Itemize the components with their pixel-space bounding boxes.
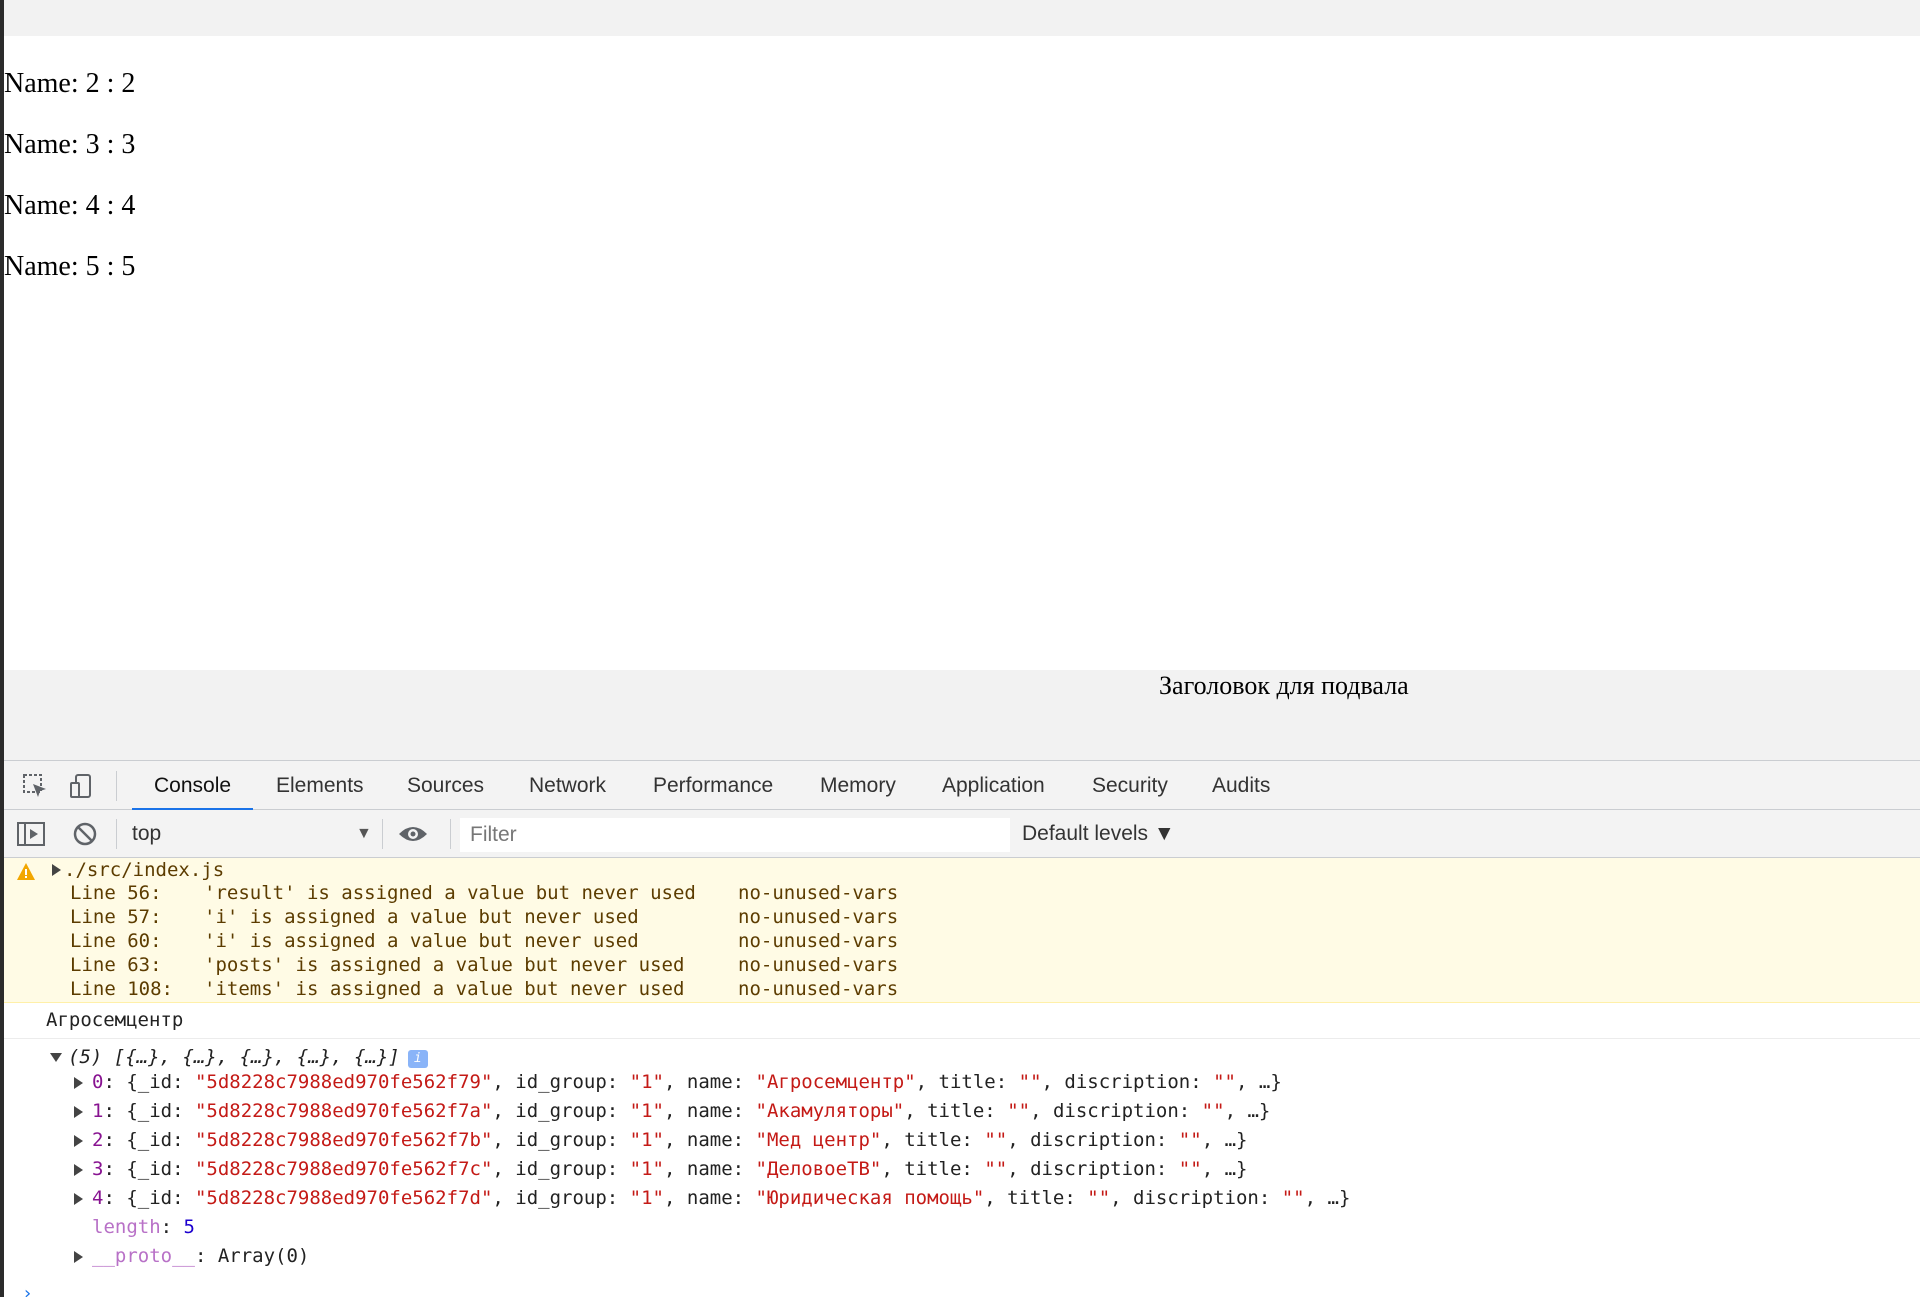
filter-input[interactable] [460, 818, 1010, 852]
context-value: top [132, 822, 162, 845]
footer-title: Заголовок для подвала [1159, 671, 1409, 700]
expand-arrow-icon[interactable] [74, 1106, 83, 1118]
devtools-panel: Console Elements Sources Network Perform… [4, 760, 1920, 1297]
log-message: Агросемцентр [46, 1009, 184, 1031]
expand-arrow-icon[interactable] [74, 1193, 83, 1205]
inspect-element-button[interactable] [20, 771, 50, 801]
array-item[interactable]: 4: {_id: "5d8228c7988ed970fe562f7d", id_… [92, 1184, 1350, 1212]
expand-arrow-icon[interactable] [74, 1164, 83, 1176]
caret-down-icon: ▼ [356, 825, 372, 842]
device-mode-icon [70, 774, 91, 798]
expand-arrow-icon[interactable] [52, 864, 61, 876]
device-toolbar-button[interactable] [66, 771, 96, 801]
console-array-row: (5) [{…}, {…}, {…}, {…}, {…}] i 0: {_id: … [4, 1039, 1920, 1283]
warning-source-file[interactable]: ./src/index.js [64, 858, 224, 882]
tab-audits[interactable]: Audits [1210, 761, 1272, 810]
tab-sources[interactable]: Sources [405, 761, 486, 810]
expand-arrow-icon[interactable] [74, 1135, 83, 1147]
clear-console-button[interactable] [70, 819, 100, 849]
toolbar-separator [382, 819, 383, 849]
tab-security[interactable]: Security [1090, 761, 1170, 810]
tab-network[interactable]: Network [527, 761, 608, 810]
info-icon: i [407, 1050, 428, 1068]
devtools-tabbar: Console Elements Sources Network Perform… [4, 761, 1920, 811]
array-item[interactable]: 0: {_id: "5d8228c7988ed970fe562f79", id_… [92, 1068, 1282, 1096]
sidebar-toggle-icon [17, 822, 45, 846]
page-body: Name: 2 : 2 Name: 3 : 3 Name: 4 : 4 Name… [4, 36, 1920, 670]
array-item[interactable]: 1: {_id: "5d8228c7988ed970fe562f7a", id_… [92, 1097, 1270, 1125]
name-item: Name: 2 : 2 [4, 68, 136, 99]
warning-icon [17, 863, 35, 880]
array-length: length: 5 [92, 1216, 195, 1238]
warning-line: Line 63:'posts' is assigned a value but … [70, 954, 899, 976]
expand-arrow-icon[interactable] [74, 1077, 83, 1089]
collapse-arrow-icon[interactable] [50, 1053, 62, 1062]
toolbar-separator [116, 771, 117, 801]
expand-arrow-icon[interactable] [74, 1251, 83, 1263]
clear-console-icon [73, 822, 97, 846]
tab-memory[interactable]: Memory [818, 761, 898, 810]
array-item[interactable]: 3: {_id: "5d8228c7988ed970fe562f7c", id_… [92, 1155, 1247, 1183]
toolbar-separator [450, 819, 451, 849]
toolbar-separator [116, 819, 117, 849]
eye-icon [399, 827, 427, 841]
console-output: ./src/index.js Line 56:'result' is assig… [4, 858, 1920, 1297]
live-expression-button[interactable] [398, 819, 428, 849]
array-summary[interactable]: (5) [{…}, {…}, {…}, {…}, {…}] i [68, 1046, 428, 1068]
tab-application[interactable]: Application [940, 761, 1047, 810]
page-footer: Заголовок для подвала [4, 670, 1920, 760]
name-item: Name: 4 : 4 [4, 190, 136, 221]
log-levels-dropdown[interactable]: Default levels ▼ [1022, 818, 1175, 850]
name-item: Name: 5 : 5 [4, 251, 136, 282]
show-sidebar-button[interactable] [16, 819, 46, 849]
context-selector[interactable]: top ▼ [132, 818, 372, 850]
name-item: Name: 3 : 3 [4, 129, 136, 160]
array-item[interactable]: 2: {_id: "5d8228c7988ed970fe562f7b", id_… [92, 1126, 1247, 1154]
console-prompt-icon[interactable]: › [22, 1283, 33, 1297]
warning-line: Line 57:'i' is assigned a value but neve… [70, 906, 899, 928]
page-viewport: Name: 2 : 2 Name: 3 : 3 Name: 4 : 4 Name… [4, 0, 1920, 760]
inspect-cursor-icon [23, 774, 46, 797]
console-toolbar: top ▼ Default levels ▼ [4, 810, 1920, 858]
warning-line: Line 60:'i' is assigned a value but neve… [70, 930, 899, 952]
array-proto[interactable]: __proto__: Array(0) [92, 1242, 309, 1270]
console-log-row: Агросемцентр [4, 1003, 1920, 1039]
warning-line: Line 56:'result' is assigned a value but… [70, 882, 899, 904]
page-header [4, 0, 1920, 36]
warning-line: Line 108:'items' is assigned a value but… [70, 978, 899, 1000]
console-warning: ./src/index.js Line 56:'result' is assig… [4, 858, 1920, 1003]
tab-elements[interactable]: Elements [274, 761, 366, 810]
tab-console[interactable]: Console [131, 761, 254, 811]
tab-performance[interactable]: Performance [651, 761, 775, 810]
